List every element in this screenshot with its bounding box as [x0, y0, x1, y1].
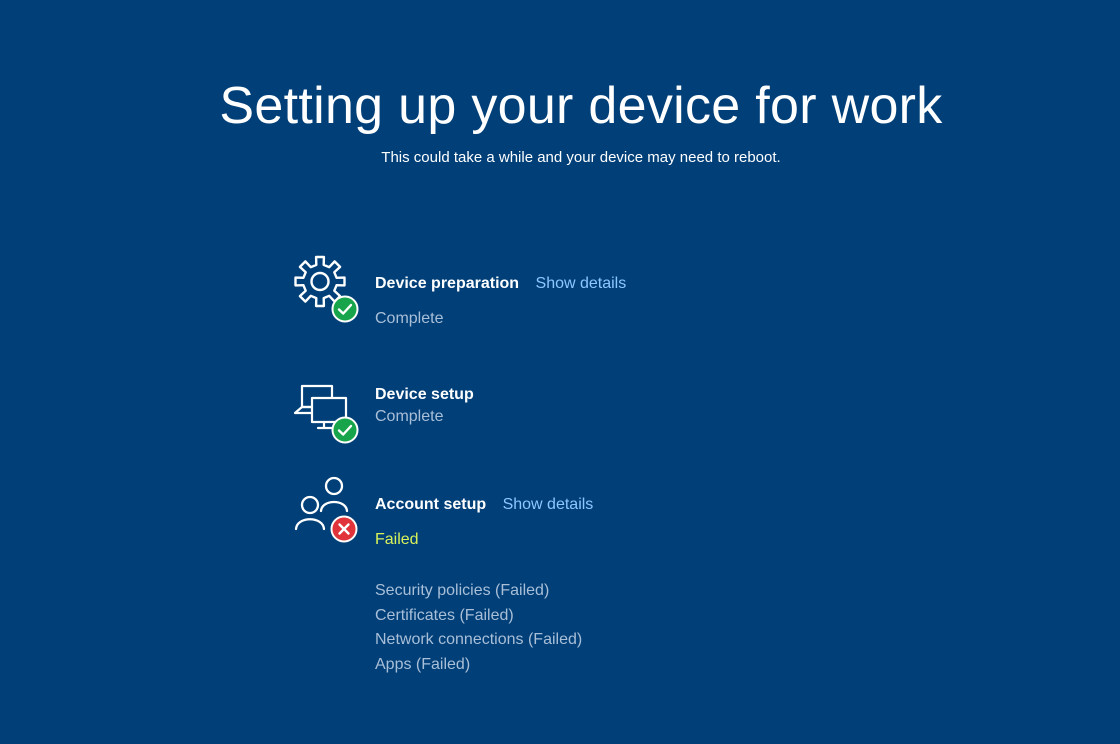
list-item: Network connections (Failed): [375, 631, 583, 648]
error-badge-icon: [330, 515, 358, 548]
list-item: Certificates (Failed): [375, 606, 514, 624]
step-status: Complete: [375, 310, 444, 327]
step-status: Failed: [375, 531, 419, 548]
step-status: Complete: [375, 408, 444, 425]
step-text: Device setup Complete: [375, 386, 474, 427]
step-text: Device preparation Show details Complete: [375, 275, 626, 329]
check-badge-icon: [331, 416, 359, 449]
setup-page: Setting up your device for work This cou…: [0, 0, 1120, 744]
page-title: Setting up your device for work: [219, 77, 943, 135]
account-setup-details: Security policies (Failed) Certificates …: [375, 579, 582, 677]
list-item: Security policies (Failed): [375, 582, 550, 599]
show-details-link[interactable]: Show details: [536, 275, 627, 293]
show-details-link[interactable]: Show details: [503, 496, 594, 514]
step-name: Device preparation: [375, 275, 520, 292]
step-name: Device setup: [375, 386, 474, 403]
step-name: Account setup: [375, 496, 487, 513]
list-item: Apps (Failed): [375, 655, 471, 673]
check-badge-icon: [331, 295, 359, 328]
step-text: Account setup Show details Failed: [375, 496, 593, 550]
page-subtitle: This could take a while and your device …: [381, 149, 781, 166]
